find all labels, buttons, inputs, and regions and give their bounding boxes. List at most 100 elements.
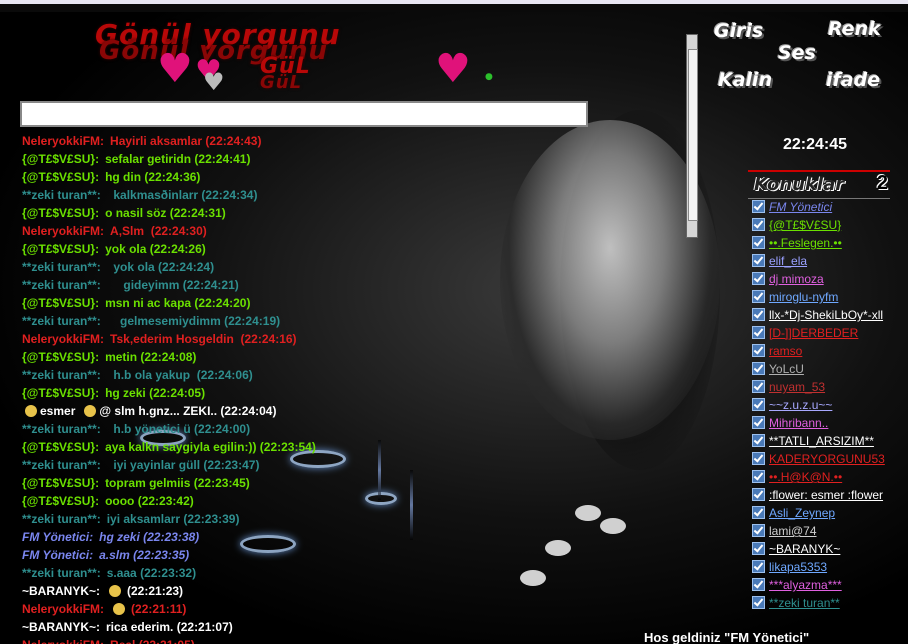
user-name[interactable]: Mihribann.. xyxy=(769,416,828,430)
user-list-item[interactable]: ramso xyxy=(752,342,902,360)
user-list-item[interactable]: **TATLI_ARSIZIM** xyxy=(752,432,902,450)
user-list-item[interactable]: ••.H@K@N.•• xyxy=(752,468,902,486)
user-name[interactable]: ramso xyxy=(769,344,802,358)
user-checkbox-icon[interactable] xyxy=(752,452,765,465)
user-name[interactable]: miroglu-nyfm xyxy=(769,290,838,304)
user-checkbox-icon[interactable] xyxy=(752,362,765,375)
chat-message-text: topram gelmiis (22:23:45) xyxy=(105,476,250,490)
sound-button[interactable]: Ses xyxy=(778,42,816,64)
chat-message-user: {@T£$V£SU}: xyxy=(22,386,100,400)
heart-icon: ♥ xyxy=(157,46,193,92)
user-checkbox-icon[interactable] xyxy=(752,542,765,555)
chat-message: **zeki turan**: gideyimm (22:24:21) xyxy=(22,276,542,294)
chat-message-text: oooo (22:23:42) xyxy=(105,494,194,508)
user-list-item[interactable]: elif_ela xyxy=(752,252,902,270)
chat-message-user: NeleryokkiFM: xyxy=(22,638,104,644)
chat-message-text: @ slm h.gnz... ZEKI.. (22:24:04) xyxy=(99,404,277,418)
user-name[interactable]: **zeki turan** xyxy=(769,596,840,610)
user-name[interactable]: ***alyazma*** xyxy=(769,578,842,592)
user-name[interactable]: ~BARANYK~ xyxy=(769,542,840,556)
user-list-item[interactable]: ~BARANYK~ xyxy=(752,540,902,558)
chat-message: {@T£$V£SU}: oooo (22:23:42) xyxy=(22,492,542,510)
color-button[interactable]: Renk xyxy=(828,18,881,40)
user-checkbox-icon[interactable] xyxy=(752,200,765,213)
user-list-item[interactable]: llx-*Dj-ShekiLbOy*-xll xyxy=(752,306,902,324)
user-name[interactable]: likapa5353 xyxy=(769,560,827,574)
user-name[interactable]: lami@74 xyxy=(769,524,817,538)
user-name[interactable]: llx-*Dj-ShekiLbOy*-xll xyxy=(769,308,883,322)
chat-message: {@T£$V£SU}: msn ni ac kapa (22:24:20) xyxy=(22,294,542,312)
user-list-item[interactable]: miroglu-nyfm xyxy=(752,288,902,306)
user-checkbox-icon[interactable] xyxy=(752,344,765,357)
chat-message: **zeki turan**: s.aaa (22:23:32) xyxy=(22,564,542,582)
user-name[interactable]: {@T£$V£SU} xyxy=(769,218,841,232)
user-checkbox-icon[interactable] xyxy=(752,434,765,447)
user-list-item[interactable]: [D-]]DERBEDER xyxy=(752,324,902,342)
user-checkbox-icon[interactable] xyxy=(752,272,765,285)
user-list-item[interactable]: ***alyazma*** xyxy=(752,576,902,594)
user-list-item[interactable]: FM Yönetici xyxy=(752,198,902,216)
user-list-item[interactable]: {@T£$V£SU} xyxy=(752,216,902,234)
user-name[interactable]: nuyam_53 xyxy=(769,380,825,394)
user-list-item[interactable]: lami@74 xyxy=(752,522,902,540)
bold-button[interactable]: Kalin xyxy=(718,69,772,91)
user-checkbox-icon[interactable] xyxy=(752,470,765,483)
user-list-title: Konuklar xyxy=(754,174,845,195)
user-checkbox-icon[interactable] xyxy=(752,506,765,519)
user-name[interactable]: ••.Feslegen.•• xyxy=(769,236,842,250)
user-checkbox-icon[interactable] xyxy=(752,596,765,609)
user-checkbox-icon[interactable] xyxy=(752,380,765,393)
user-name[interactable]: :flower: esmer :flower xyxy=(769,488,883,502)
user-count: 2 xyxy=(876,172,888,194)
user-checkbox-icon[interactable] xyxy=(752,326,765,339)
user-name[interactable]: Asli_Zeynep xyxy=(769,506,835,520)
chat-message-user: {@T£$V£SU}: xyxy=(22,476,100,490)
user-name[interactable]: [D-]]DERBEDER xyxy=(769,326,858,340)
user-checkbox-icon[interactable] xyxy=(752,560,765,573)
user-checkbox-icon[interactable] xyxy=(752,524,765,537)
user-name[interactable]: FM Yönetici xyxy=(769,200,832,214)
dot-icon: ● xyxy=(485,72,493,82)
user-list-item[interactable]: Mihribann.. xyxy=(752,414,902,432)
user-list-item[interactable]: KADERYORGUNU53 xyxy=(752,450,902,468)
user-list-item[interactable]: likapa5353 xyxy=(752,558,902,576)
user-list-item[interactable]: :flower: esmer :flower xyxy=(752,486,902,504)
emoticon-button[interactable]: ifade xyxy=(826,69,880,91)
user-name[interactable]: dj mimoza xyxy=(769,272,824,286)
user-list-item[interactable]: Asli_Zeynep xyxy=(752,504,902,522)
user-list-item[interactable]: YoLcU xyxy=(752,360,902,378)
user-name[interactable]: elif_ela xyxy=(769,254,807,268)
user-checkbox-icon[interactable] xyxy=(752,236,765,249)
chat-message-input[interactable] xyxy=(20,101,588,127)
user-name[interactable]: ~~z.u.z.u~~ xyxy=(769,398,832,412)
clock: 22:24:45 xyxy=(783,136,848,153)
chat-message-user: **zeki turan**: xyxy=(22,188,101,202)
user-list-item[interactable]: ••.Feslegen.•• xyxy=(752,234,902,252)
user-checkbox-icon[interactable] xyxy=(752,308,765,321)
user-checkbox-icon[interactable] xyxy=(752,578,765,591)
user-checkbox-icon[interactable] xyxy=(752,398,765,411)
chat-message-text: msn ni ac kapa (22:24:20) xyxy=(105,296,251,310)
user-checkbox-icon[interactable] xyxy=(752,416,765,429)
user-list-item[interactable]: ~~z.u.z.u~~ xyxy=(752,396,902,414)
user-name[interactable]: YoLcU xyxy=(769,362,804,376)
user-name[interactable]: ••.H@K@N.•• xyxy=(769,470,842,484)
chat-message: **zeki turan**: iyi yayinlar güll (22:23… xyxy=(22,456,542,474)
login-button[interactable]: Giris xyxy=(714,20,763,42)
chat-message-user: **zeki turan**: xyxy=(22,314,101,328)
user-checkbox-icon[interactable] xyxy=(752,218,765,231)
chat-message-user: **zeki turan**: xyxy=(22,260,101,274)
chat-message-text: yok ola (22:24:24) xyxy=(106,260,215,274)
user-name[interactable]: **TATLI_ARSIZIM** xyxy=(769,434,874,448)
user-list-item[interactable]: **zeki turan** xyxy=(752,594,902,612)
user-checkbox-icon[interactable] xyxy=(752,488,765,501)
chat-message-text: sefalar getiridn (22:24:41) xyxy=(105,152,251,166)
chat-message: **zeki turan**: yok ola (22:24:24) xyxy=(22,258,542,276)
user-checkbox-icon[interactable] xyxy=(752,254,765,267)
user-name[interactable]: KADERYORGUNU53 xyxy=(769,452,885,466)
user-list-item[interactable]: nuyam_53 xyxy=(752,378,902,396)
chat-scrollbar-thumb[interactable] xyxy=(688,49,698,221)
user-list-item[interactable]: dj mimoza xyxy=(752,270,902,288)
user-checkbox-icon[interactable] xyxy=(752,290,765,303)
chat-scrollbar[interactable] xyxy=(686,34,698,238)
